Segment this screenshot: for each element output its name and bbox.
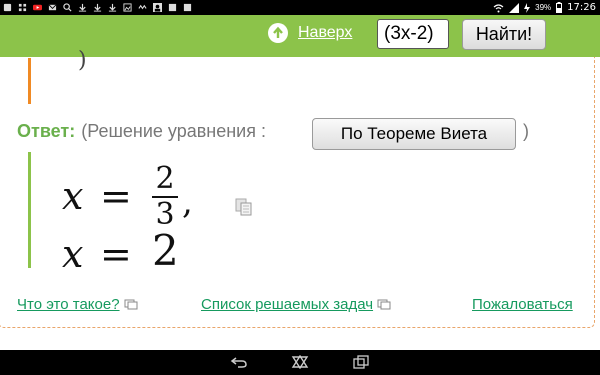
charging-icon [524,2,531,13]
popup-icon[interactable] [124,299,138,310]
back-icon[interactable] [230,355,248,369]
what-is-this-link[interactable]: Что это такое? [17,296,120,313]
task-list-link-wrap: Список решаемых задач [201,296,391,313]
answer-line: Ответ: (Решение уравнения : [17,121,266,142]
person-icon [153,3,162,12]
system-icons: 39% 17:26 [493,1,596,14]
solution-1-variable: x [62,174,84,218]
status-bar: 39% 17:26 [0,0,600,15]
solution-1-numerator: 2 [155,161,175,196]
solution-1-fraction: 2 3 [152,164,178,230]
answer-accent-bar [28,152,31,268]
answer-suffix: ) [523,121,529,141]
solution-1-equals: = [100,174,132,218]
solution-2-value: 2 [152,226,179,275]
messages-icon [48,4,57,11]
signal-icon [509,2,520,13]
search-icon [63,3,72,12]
task-list-link[interactable]: Список решаемых задач [201,296,373,313]
left-accent-bar [28,58,31,104]
youtube-icon [33,4,42,11]
image-icon [123,3,132,12]
search-input[interactable]: (3x-2) [377,19,449,49]
solution-2-equals: = [100,232,132,276]
app-icon [3,3,12,12]
download-icon [93,3,102,12]
answer-label: Ответ: [17,121,76,141]
battery-percent: 39% [535,3,552,12]
home-icon[interactable] [291,355,309,369]
battery-icon [556,2,563,13]
sync-icon [138,4,147,10]
answer-prefix: (Решение уравнения : [81,121,266,141]
search-button[interactable]: Найти! [462,19,546,50]
complain-link[interactable]: Пожаловаться [472,296,573,313]
navigation-bar [0,350,600,375]
notification-icons [3,2,192,13]
popup-icon[interactable] [377,299,391,310]
complain-link-wrap: Пожаловаться [472,296,573,313]
method-button[interactable]: По Теореме Виета [312,118,516,150]
back-to-top-link[interactable]: Наверх [298,24,352,42]
clock: 17:26 [567,2,596,13]
content-panel [0,57,595,328]
wifi-icon [493,3,504,12]
copy-icon[interactable] [234,197,254,217]
previous-formula-tail: ) [78,48,87,73]
image-icon [183,3,192,12]
download-icon [108,3,117,12]
solution-separator: , [182,182,193,222]
solution-2-variable: x [62,232,84,276]
up-arrow-icon[interactable] [268,23,288,43]
image-icon [168,3,177,12]
download-icon [78,3,87,12]
grid-icon [18,3,27,12]
recent-apps-icon[interactable] [352,355,370,369]
what-is-this-link-wrap: Что это такое? [17,296,138,313]
